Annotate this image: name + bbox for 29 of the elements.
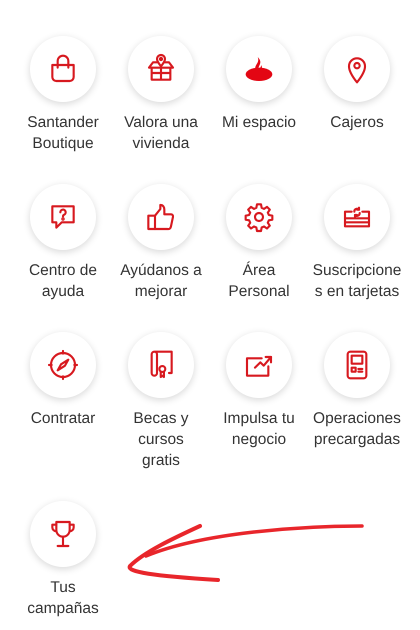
shortcut-button[interactable] (226, 36, 292, 102)
shortcut-button[interactable] (324, 36, 390, 102)
shortcut-label: Centro de ayuda (28, 261, 98, 302)
shortcut-label: Contratar (30, 409, 96, 429)
shortcut-button[interactable] (324, 184, 390, 250)
shortcut-button[interactable] (30, 184, 96, 250)
compass-icon (47, 349, 79, 381)
shortcut-label: Cajeros (330, 113, 384, 133)
shortcut-label: Santander Boutique (27, 113, 99, 154)
shortcut-label: Mi espacio (222, 113, 296, 133)
thumbs-up-icon (145, 201, 177, 233)
shortcut-button[interactable] (226, 332, 292, 398)
shortcut-label: Operaciones precargadas (313, 409, 401, 450)
shortcut-label: Suscripcione s en tarjetas (312, 261, 402, 302)
shortcut-label: Tus campañas (27, 578, 99, 619)
shortcut-label: Becas y cursos gratis (133, 409, 189, 471)
shortcut-button[interactable] (30, 501, 96, 567)
shortcut-button[interactable] (128, 332, 194, 398)
shortcut-button[interactable] (324, 332, 390, 398)
shortcut-label: Área Personal (228, 260, 290, 302)
shortcut-label: Valora una vivienda (124, 113, 198, 154)
settings-icon (243, 201, 275, 233)
shortcut-button[interactable] (128, 36, 194, 102)
shortcut-button[interactable] (226, 184, 292, 250)
shortcut-button[interactable] (128, 184, 194, 250)
shortcut-label: Ayúdanos a mejorar (120, 261, 202, 302)
shortcut-button[interactable] (30, 332, 96, 398)
shortcut-button[interactable] (30, 36, 96, 102)
shortcut-label: Impulsa tu negocio (223, 409, 295, 450)
